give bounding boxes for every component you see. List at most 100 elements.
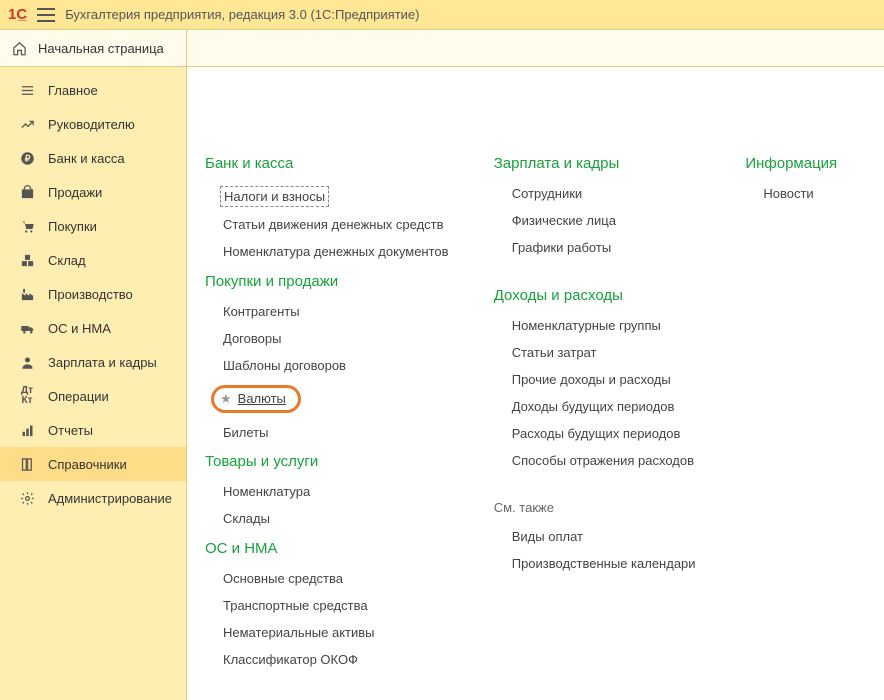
link-item[interactable]: Способы отражения расходов xyxy=(512,453,694,468)
link-label: Склады xyxy=(223,511,270,526)
link-item[interactable]: Контрагенты xyxy=(223,304,300,319)
link-item[interactable]: Графики работы xyxy=(512,240,611,255)
nav-item-0[interactable]: Главное xyxy=(0,73,186,107)
link-item[interactable]: Физические лица xyxy=(512,213,616,228)
section-header[interactable]: Товары и услуги xyxy=(205,453,454,470)
link-label: Прочие доходы и расходы xyxy=(512,372,671,387)
nav-item-label: Банк и касса xyxy=(48,151,125,166)
link-item[interactable]: Налоги и взносы xyxy=(220,186,329,207)
link-item[interactable]: Доходы будущих периодов xyxy=(512,399,675,414)
nav-item-label: Продажи xyxy=(48,185,102,200)
nav-item-label: Отчеты xyxy=(48,423,93,438)
link-label: Номенклатурные группы xyxy=(512,318,661,333)
nav-item-4[interactable]: Покупки xyxy=(0,209,186,243)
link-label: Доходы будущих периодов xyxy=(512,399,675,414)
factory-icon xyxy=(18,287,36,302)
link-label: Расходы будущих периодов xyxy=(512,426,681,441)
nav-item-label: Администрирование xyxy=(48,491,172,506)
nav-item-label: Производство xyxy=(48,287,133,302)
nav-item-11[interactable]: Справочники xyxy=(0,447,186,481)
nav-list: Главное Руководителю ₽ Банк и касса Продажи П… xyxy=(0,67,186,515)
nav-item-8[interactable]: Зарплата и кадры xyxy=(0,345,186,379)
nav-item-6[interactable]: Производство xyxy=(0,277,186,311)
link-item[interactable]: Нематериальные активы xyxy=(223,625,375,640)
link-label: Сотрудники xyxy=(512,186,582,201)
link-label: Билеты xyxy=(223,425,268,440)
link-label: Классификатор ОКОФ xyxy=(223,652,358,667)
section-header[interactable]: ОС и НМА xyxy=(205,540,454,557)
svg-text:₽: ₽ xyxy=(24,153,30,163)
link-item[interactable]: Статьи затрат xyxy=(512,345,597,360)
nav-item-9[interactable]: ДтКтОперации xyxy=(0,379,186,413)
nav-item-label: Зарплата и кадры xyxy=(48,355,157,370)
books-icon xyxy=(18,457,36,472)
start-page-tab[interactable]: Начальная страница xyxy=(0,30,186,67)
link-item[interactable]: Номенклатурные группы xyxy=(512,318,661,333)
link-label: Способы отражения расходов xyxy=(512,453,694,468)
section-header[interactable]: Банк и касса xyxy=(205,155,454,172)
reports-icon xyxy=(18,423,36,438)
sidebar: Начальная страница Главное Руководителю ₽ Б… xyxy=(0,30,187,700)
start-page-label: Начальная страница xyxy=(38,41,164,56)
link-label: Договоры xyxy=(223,331,281,346)
nav-item-10[interactable]: Отчеты xyxy=(0,413,186,447)
link-item[interactable]: Сотрудники xyxy=(512,186,582,201)
link-label: Новости xyxy=(763,186,813,201)
boxes-icon xyxy=(18,253,36,268)
section-header[interactable]: Зарплата и кадры xyxy=(494,155,706,172)
link-item[interactable]: Номенклатура xyxy=(223,484,310,499)
link-label: Виды оплат xyxy=(512,529,583,544)
nav-item-label: ОС и НМА xyxy=(48,321,111,336)
link-item[interactable]: Классификатор ОКОФ xyxy=(223,652,358,667)
column-3: Информация Новости xyxy=(745,155,866,680)
bag-icon xyxy=(18,185,36,200)
link-item[interactable]: Склады xyxy=(223,511,270,526)
cart-icon xyxy=(18,219,36,234)
link-label: Статьи движения денежных средств xyxy=(223,217,444,232)
link-item[interactable]: Виды оплат xyxy=(512,529,583,544)
link-item[interactable]: Прочие доходы и расходы xyxy=(512,372,671,387)
content-area: Банк и касса Налоги и взносы Статьи движен… xyxy=(187,67,884,700)
link-item[interactable]: Расходы будущих периодов xyxy=(512,426,681,441)
tab-strip xyxy=(187,30,884,67)
link-item[interactable]: Номенклатура денежных документов xyxy=(223,244,449,259)
link-item[interactable]: Статьи движения денежных средств xyxy=(223,217,444,232)
nav-item-7[interactable]: ОС и НМА xyxy=(0,311,186,345)
nav-item-12[interactable]: Администрирование xyxy=(0,481,186,515)
person-icon xyxy=(18,355,36,370)
nav-item-label: Руководителю xyxy=(48,117,135,132)
nav-item-label: Покупки xyxy=(48,219,97,234)
link-item[interactable]: Производственные календари xyxy=(512,556,696,571)
nav-item-3[interactable]: Продажи xyxy=(0,175,186,209)
section-header[interactable]: Информация xyxy=(745,155,866,172)
link-label: Шаблоны договоров xyxy=(223,358,346,373)
section-header[interactable]: Доходы и расходы xyxy=(494,287,706,304)
ruble-icon: ₽ xyxy=(18,151,36,166)
nav-item-5[interactable]: Склад xyxy=(0,243,186,277)
hamburger-icon[interactable] xyxy=(37,8,55,22)
app-title: Бухгалтерия предприятия, редакция 3.0 (1… xyxy=(65,7,419,22)
link-item[interactable]: Договоры xyxy=(223,331,281,346)
link-label: Номенклатура денежных документов xyxy=(223,244,449,259)
link-label: Графики работы xyxy=(512,240,611,255)
logo-1c: 1C̲ xyxy=(8,6,27,23)
gear-icon xyxy=(18,491,36,506)
nav-item-label: Склад xyxy=(48,253,86,268)
section-header[interactable]: Покупки и продажи xyxy=(205,273,454,290)
star-icon: ★ xyxy=(220,391,232,407)
link-item[interactable]: Шаблоны договоров xyxy=(223,358,346,373)
link-label: Нематериальные активы xyxy=(223,625,375,640)
link-label: Валюты xyxy=(238,391,286,406)
nav-item-1[interactable]: Руководителю xyxy=(0,107,186,141)
link-item[interactable]: Новости xyxy=(763,186,813,201)
link-item[interactable]: Билеты xyxy=(223,425,268,440)
truck-icon xyxy=(18,321,36,336)
link-item[interactable]: ★ Валюты xyxy=(211,385,301,413)
nav-item-label: Справочники xyxy=(48,457,127,472)
title-bar: 1C̲ Бухгалтерия предприятия, редакция 3.… xyxy=(0,0,884,30)
link-label: Транспортные средства xyxy=(223,598,368,613)
nav-item-2[interactable]: ₽ Банк и касса xyxy=(0,141,186,175)
link-item[interactable]: Транспортные средства xyxy=(223,598,368,613)
link-item[interactable]: Основные средства xyxy=(223,571,343,586)
link-label: Статьи затрат xyxy=(512,345,597,360)
